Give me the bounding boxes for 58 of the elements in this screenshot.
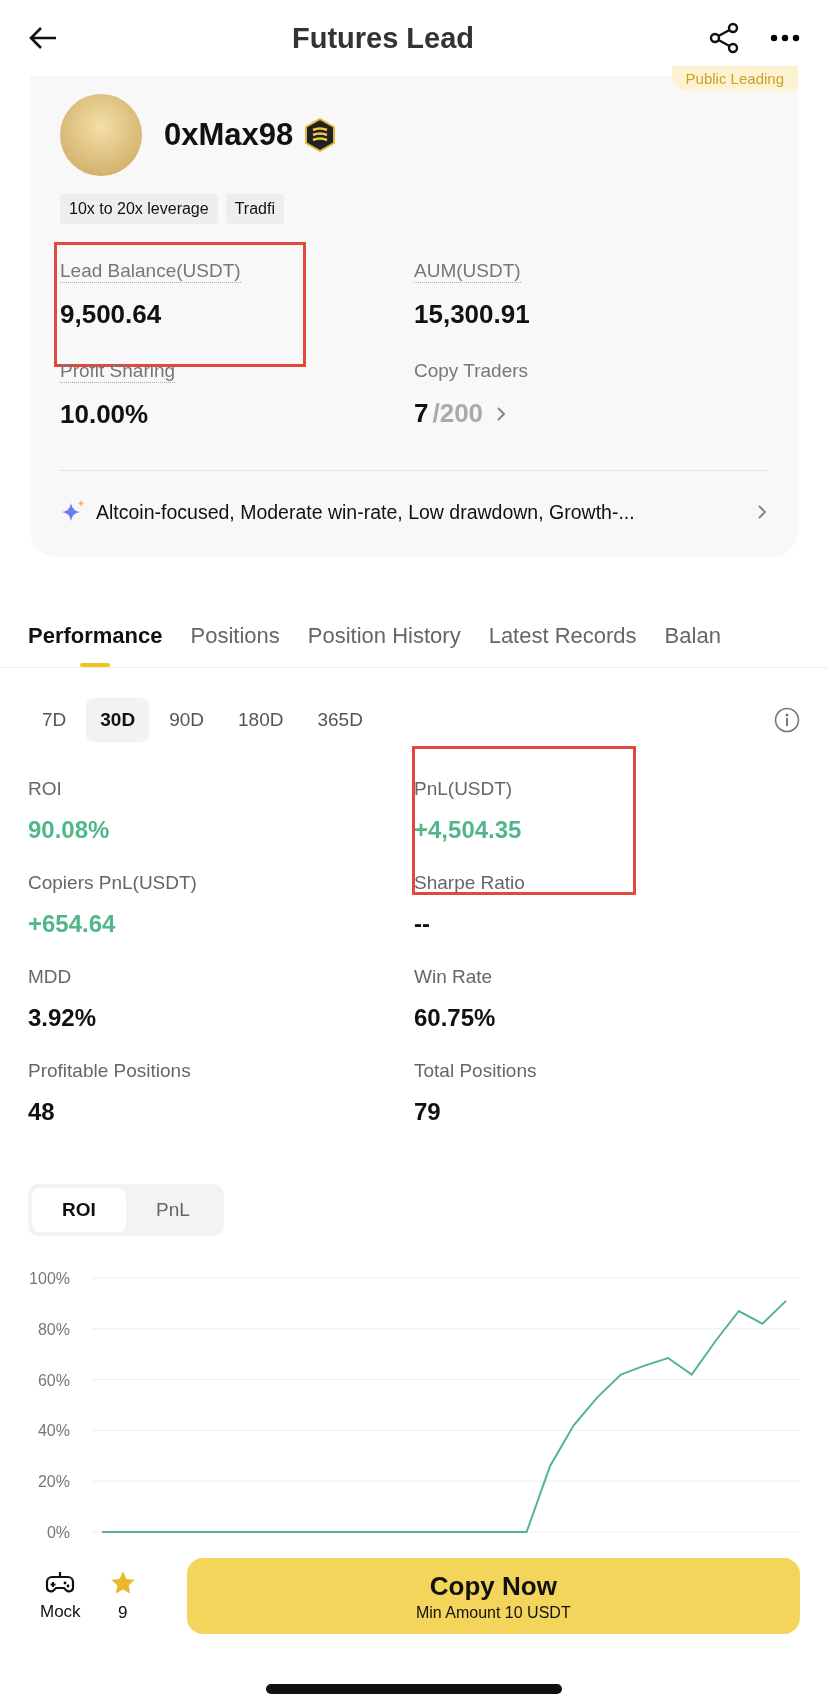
axis-label: 20% (37, 1473, 70, 1491)
trading-style-summary: Altcoin-focused, Moderate win-rate, Low drawdown, Growth-... (96, 500, 636, 524)
metric-value: 60.75% (414, 1004, 496, 1033)
axis-label: 80% (37, 1321, 70, 1339)
toggle-option[interactable]: ROI (32, 1188, 126, 1233)
tab[interactable]: Balan (664, 623, 721, 668)
trader-name: 0xMax98 (164, 117, 294, 154)
axis-label: 40% (37, 1422, 70, 1440)
period-chip[interactable]: 365D (303, 698, 377, 743)
metric-value: +4,504.35 (414, 816, 522, 845)
chevron-icon[interactable] (495, 404, 508, 423)
metric-value: +654.64 (28, 910, 116, 939)
mock-label: Mock (40, 1602, 81, 1623)
stat-value: 15,300.91 (414, 299, 530, 331)
metric-value: 48 (28, 1098, 55, 1127)
axis-label: 0% (46, 1524, 70, 1542)
favorite-count: 9 (117, 1603, 128, 1624)
info-icon[interactable] (774, 707, 800, 734)
share-button[interactable] (708, 22, 740, 55)
toggle-option[interactable]: PnL (126, 1188, 220, 1233)
period-chip[interactable]: 180D (224, 698, 298, 743)
metric-value: 90.08% (28, 816, 110, 845)
tab[interactable]: Latest Records (488, 623, 637, 668)
stat-value: 7 (414, 398, 429, 430)
tag: Tradfi (225, 194, 284, 225)
tab[interactable]: Positions (190, 623, 280, 668)
metric-label: Total Positions (414, 1060, 537, 1083)
stat-label: Profit Sharing (60, 360, 176, 384)
tag: 10x to 20x leverage (60, 194, 218, 225)
metric-value: -- (414, 910, 430, 939)
tab[interactable]: Performance (28, 623, 163, 668)
metric-label: Profitable Positions (28, 1060, 191, 1083)
metric-label: PnL(USDT) (414, 778, 513, 801)
metric-label: Sharpe Ratio (414, 872, 525, 895)
copy-now-button[interactable]: Copy Now Min Amount 10 USDT (186, 1558, 800, 1635)
metric-label: ROI (28, 778, 62, 801)
period-chip[interactable]: 7D (28, 698, 81, 743)
level-badge-icon (303, 118, 338, 153)
stat-total: /200 (432, 398, 484, 430)
metric-value: 3.92% (28, 1004, 97, 1033)
axis-label: 60% (37, 1372, 70, 1390)
axis-label: 100% (29, 1270, 70, 1288)
metric-value: 79 (414, 1098, 441, 1127)
stat-value: 9,500.64 (60, 299, 162, 331)
more-button[interactable] (770, 34, 800, 43)
back-button[interactable] (28, 26, 58, 51)
stat-label: Copy Traders (414, 360, 529, 383)
stat-value: 10.00% (60, 399, 149, 431)
stat-label: Lead Balance(USDT) (60, 260, 241, 284)
period-chip[interactable]: 30D (86, 698, 150, 743)
metric-label: MDD (28, 966, 72, 989)
tab[interactable]: Position History (307, 623, 461, 668)
metric-label: Win Rate (414, 966, 493, 989)
status-badge: Public Leading (671, 66, 798, 92)
stat-label: AUM(USDT) (414, 260, 521, 284)
metric-label: Copiers PnL(USDT) (28, 872, 197, 895)
page-title: Futures Lead (291, 21, 475, 55)
period-chip[interactable]: 90D (155, 698, 218, 743)
